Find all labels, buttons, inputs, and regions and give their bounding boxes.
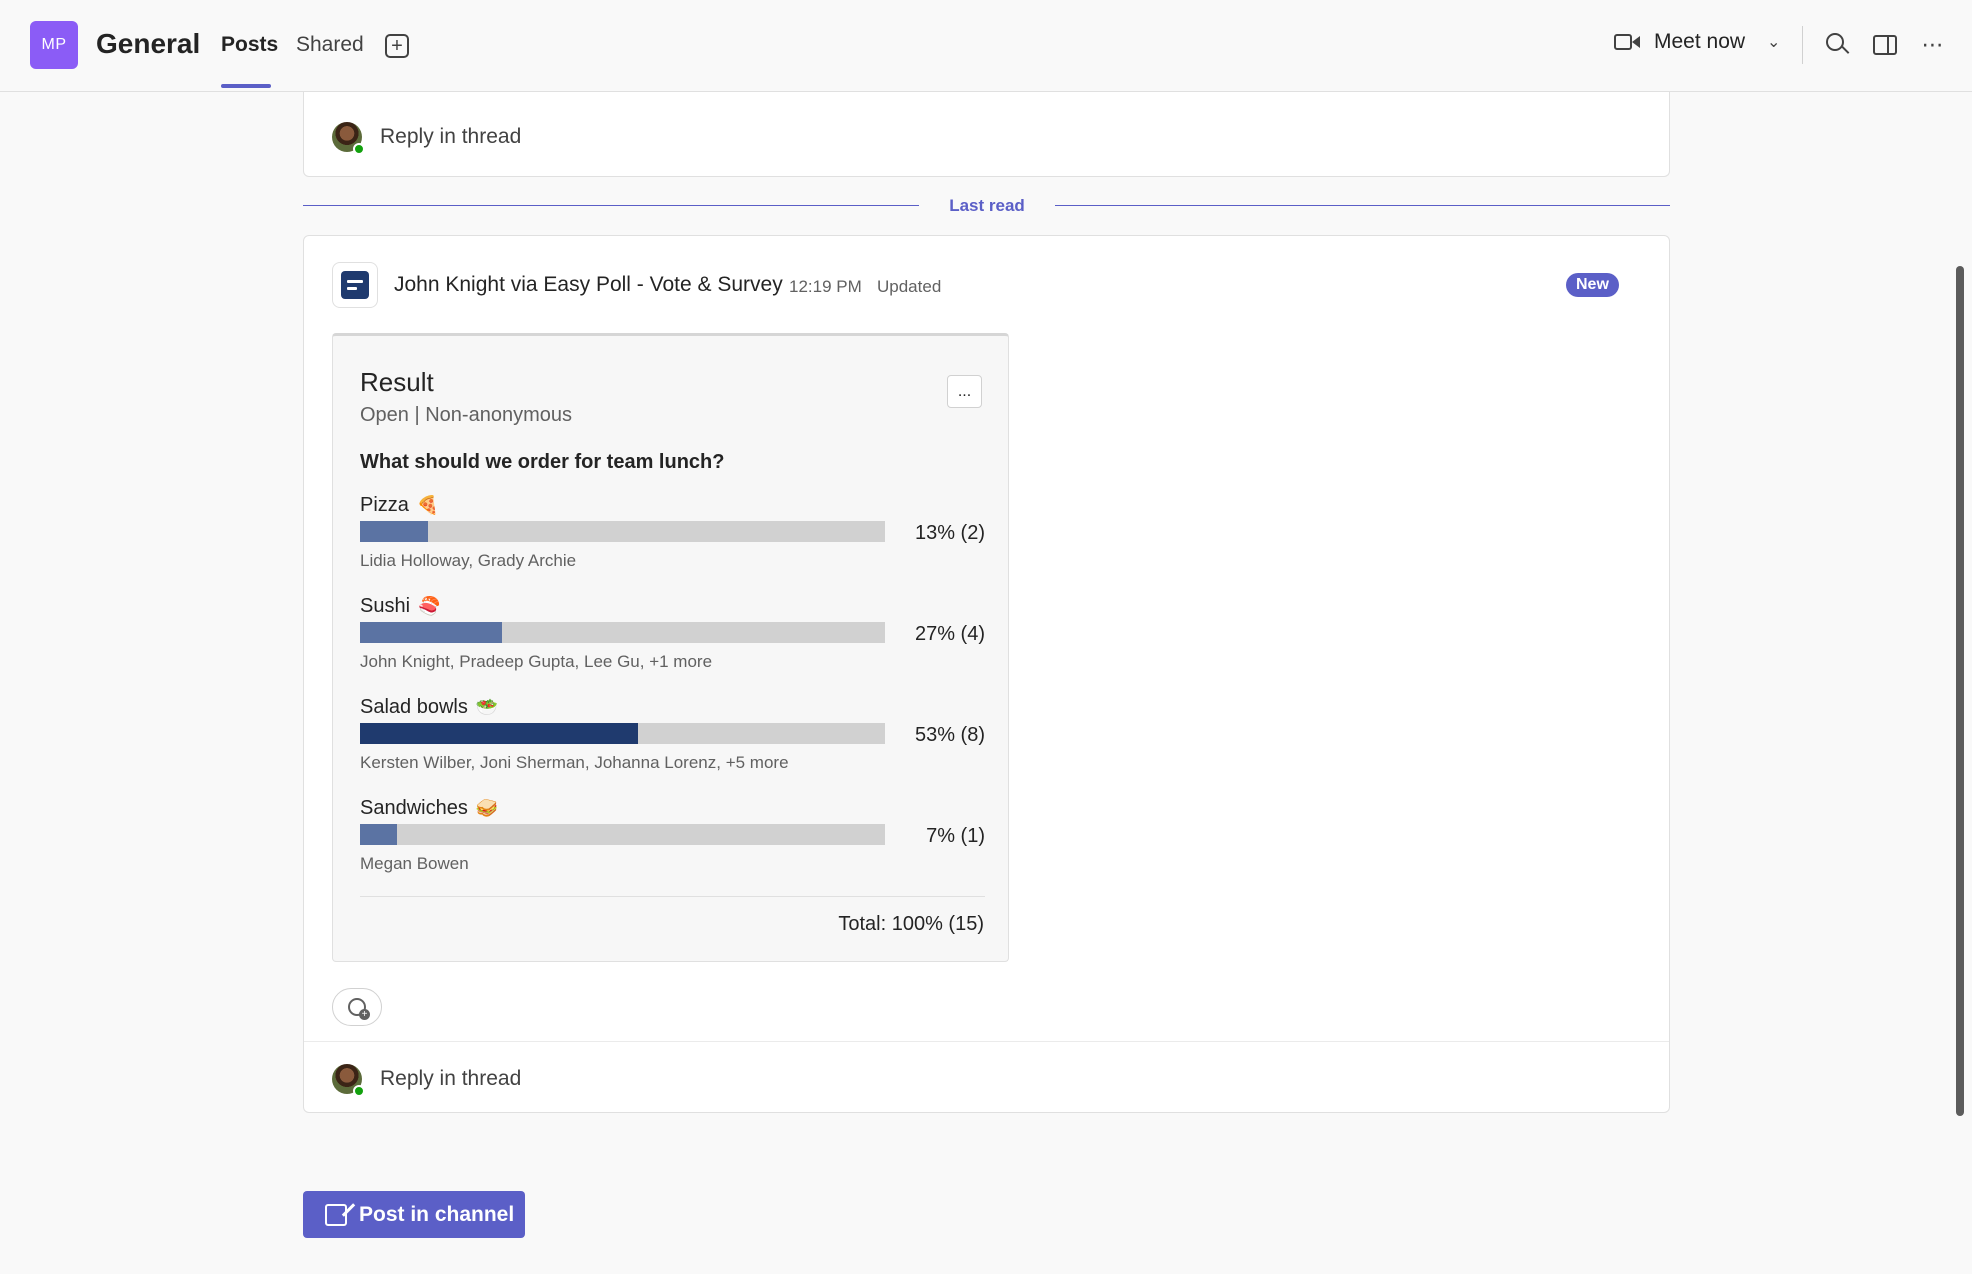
last-read-label: Last read <box>949 196 1025 215</box>
option-bar <box>360 622 885 643</box>
poll-total: Total: 100% (15) <box>838 913 984 935</box>
option-percent: 13% (2) <box>914 522 985 544</box>
poll-more-button[interactable]: ... <box>947 375 982 408</box>
user-avatar <box>332 122 365 155</box>
side-panel-icon[interactable] <box>1870 30 1900 60</box>
presence-available-icon <box>353 1085 365 1097</box>
option-percent: 53% (8) <box>914 724 985 746</box>
compose-icon <box>325 1203 347 1226</box>
option-percent: 7% (1) <box>926 825 985 847</box>
header-divider <box>1802 26 1803 64</box>
reply-in-thread-link[interactable]: Reply in thread <box>380 1067 521 1091</box>
channel-header: MP General Posts Shared + Meet now ⌄ ⋯ <box>0 0 1972 92</box>
option-bar-fill <box>360 723 639 744</box>
option-voters: John Knight, Pradeep Gupta, Lee Gu, +1 m… <box>360 652 713 671</box>
video-camera-icon <box>1614 31 1642 53</box>
poll-option: Sushi 🍣 27% (4) John Knight, Pradeep Gup… <box>360 595 985 695</box>
active-tab-indicator <box>221 84 271 88</box>
poll-option: Sandwiches 🥪 7% (1) Megan Bowen <box>360 797 985 897</box>
presence-available-icon <box>353 143 365 155</box>
pizza-icon: 🍕 <box>416 495 440 515</box>
option-percent: 27% (4) <box>914 623 985 645</box>
option-bar <box>360 824 885 845</box>
option-label: Sandwiches <box>360 797 468 819</box>
message-timestamp: 12:19 PM <box>789 277 862 296</box>
meet-now-label: Meet now <box>1654 30 1746 53</box>
add-tab-icon[interactable]: + <box>385 34 409 58</box>
salad-icon: 🥗 <box>475 697 499 717</box>
emoji-add-icon: + <box>348 998 370 1020</box>
option-bar-fill <box>360 622 502 643</box>
poll-option: Pizza 🍕 13% (2) Lidia Holloway, Grady Ar… <box>360 494 985 594</box>
tab-shared[interactable]: Shared <box>296 33 364 57</box>
option-bar-fill <box>360 824 397 845</box>
poll-question: What should we order for team lunch? <box>360 451 725 473</box>
option-voters: Lidia Holloway, Grady Archie <box>360 551 577 570</box>
post-in-channel-button[interactable]: Post in channel <box>303 1191 525 1238</box>
user-avatar <box>332 1064 365 1097</box>
easy-poll-app-icon[interactable] <box>332 262 378 308</box>
poll-result-card: Result Open | Non-anonymous ... What sho… <box>332 333 1009 962</box>
meet-now-button[interactable]: Meet now ⌄ <box>1614 30 1780 54</box>
sushi-icon: 🍣 <box>418 596 441 616</box>
poll-divider <box>360 896 985 897</box>
channel-title: General <box>96 28 201 59</box>
message-author[interactable]: John Knight via Easy Poll - Vote & Surve… <box>394 273 783 297</box>
previous-message-card: Reply in thread <box>303 92 1670 177</box>
option-label: Pizza <box>360 494 409 516</box>
poll-option: Salad bowls 🥗 53% (8) Kersten Wilber, Jo… <box>360 696 985 796</box>
option-label: Sushi <box>360 595 411 617</box>
option-label: Salad bowls <box>360 696 468 718</box>
option-voters: Kersten Wilber, Joni Sherman, Johanna Lo… <box>360 753 789 772</box>
more-icon[interactable]: ⋯ <box>1918 30 1948 60</box>
new-badge: New <box>1566 273 1619 297</box>
option-bar-fill <box>360 521 429 542</box>
sandwich-icon: 🥪 <box>475 798 499 818</box>
search-icon[interactable] <box>1822 30 1852 60</box>
scrollbar[interactable] <box>1956 266 1964 1116</box>
reply-row[interactable]: Reply in thread <box>304 1044 1669 1114</box>
poll-title: Result <box>360 367 434 397</box>
option-bar <box>360 521 885 542</box>
last-read-divider: Last read <box>303 196 1670 216</box>
add-reaction-button[interactable]: + <box>332 988 382 1026</box>
chevron-down-icon[interactable]: ⌄ <box>1767 32 1780 52</box>
reply-in-thread-link[interactable]: Reply in thread <box>380 125 521 149</box>
reply-row[interactable]: Reply in thread <box>304 102 1669 172</box>
message-edited-status: Updated <box>877 277 942 296</box>
option-bar <box>360 723 885 744</box>
post-in-channel-label: Post in channel <box>359 1202 515 1226</box>
tab-posts[interactable]: Posts <box>221 33 278 57</box>
option-voters: Megan Bowen <box>360 854 469 873</box>
poll-message-card: John Knight via Easy Poll - Vote & Surve… <box>303 235 1670 1113</box>
poll-subtitle: Open | Non-anonymous <box>360 404 572 426</box>
team-avatar[interactable]: MP <box>30 21 78 69</box>
reply-divider <box>304 1041 1669 1042</box>
